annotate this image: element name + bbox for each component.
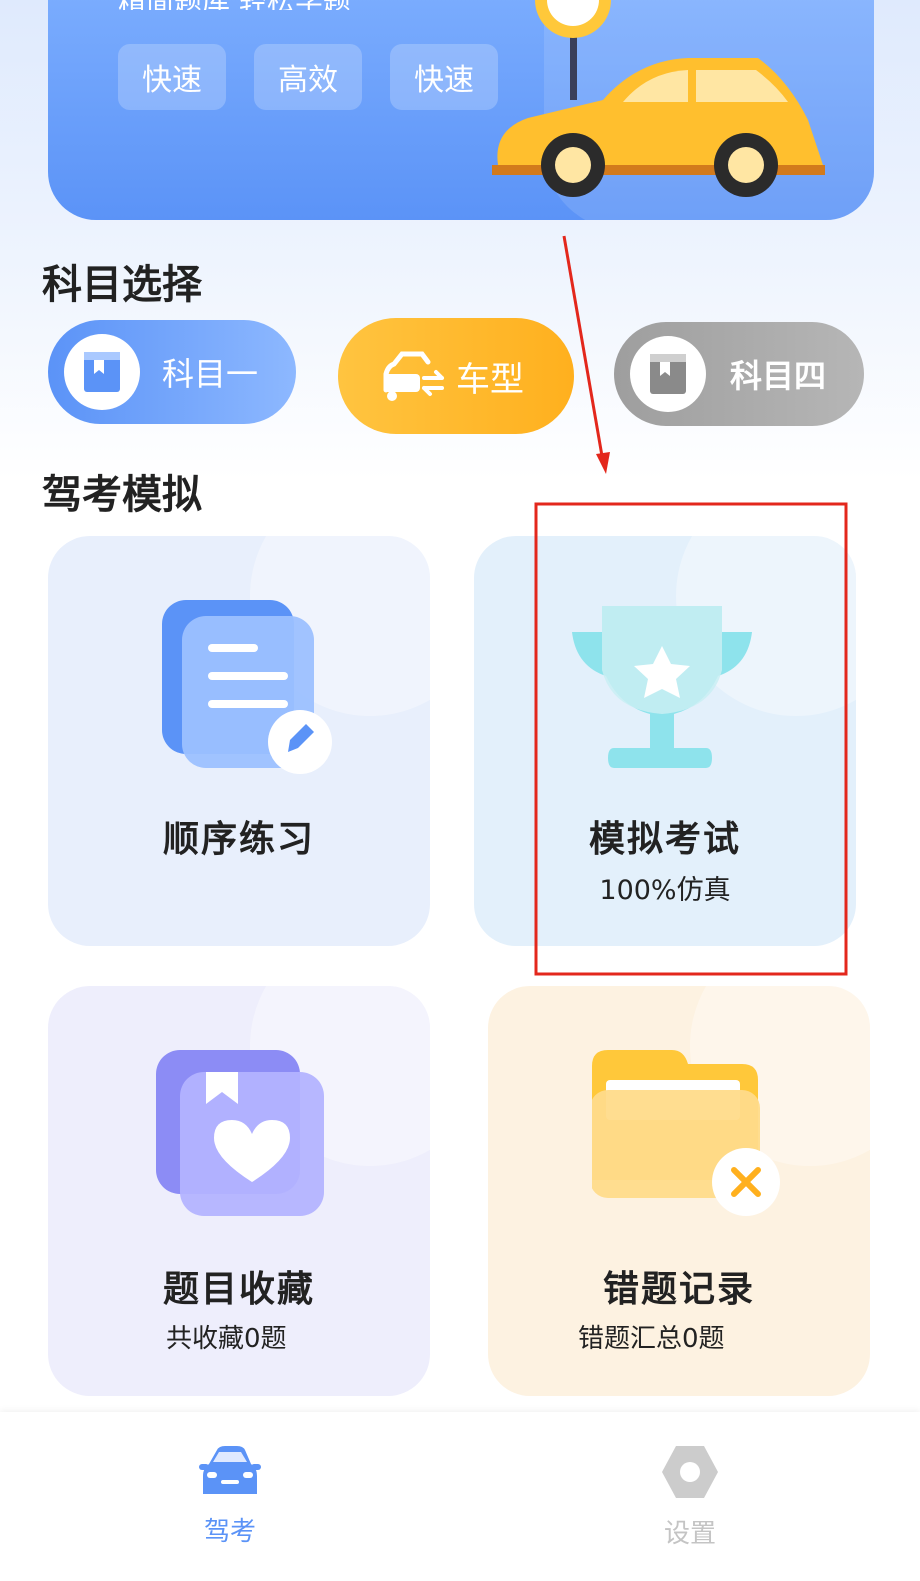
mistakes-card[interactable]: 错题记录 错题汇总0题: [488, 986, 870, 1396]
book-icon: [64, 334, 140, 410]
banner-chip-efficient: 高效: [254, 44, 362, 110]
car-swap-icon: [383, 351, 444, 401]
car-type-pill[interactable]: 车型: [338, 318, 574, 434]
subject-one-label: 科目一: [162, 355, 259, 393]
favorites-card[interactable]: 题目收藏 共收藏0题: [48, 986, 430, 1396]
tab-settings[interactable]: 设置: [620, 1442, 760, 1550]
folder-close-icon: [592, 1050, 780, 1216]
settings-hexagon-icon: [662, 1446, 718, 1498]
bookmark-heart-icon: [156, 1050, 324, 1216]
banner-chip-fast: 快速: [118, 44, 226, 110]
mock-exam-card[interactable]: 模拟考试 100%仿真: [474, 536, 856, 946]
trophy-icon: [572, 606, 752, 768]
document-edit-icon: [162, 600, 332, 774]
subject-section-title: 科目选择: [42, 262, 202, 308]
card-subtitle: 错题汇总0题: [578, 1324, 725, 1354]
annotation-arrow-line: [562, 235, 604, 457]
card-title: 错题记录: [602, 1269, 755, 1310]
subject-one-pill[interactable]: 科目一: [48, 320, 296, 424]
card-title: 模拟考试: [588, 819, 741, 860]
card-title: 题目收藏: [162, 1269, 315, 1310]
annotation-arrow-head: [596, 452, 610, 474]
car-illustration: [492, 0, 825, 197]
card-title: 顺序练习: [162, 819, 315, 860]
simulation-section-title: 驾考模拟: [42, 472, 202, 518]
card-subtitle: 共收藏0题: [166, 1324, 287, 1354]
tab-driving-test[interactable]: 驾考: [160, 1442, 300, 1548]
banner-subtitle: 精简题库 轻松学题: [118, 0, 351, 10]
car-type-label: 车型: [456, 359, 524, 400]
tab-settings-label: 设置: [663, 1519, 716, 1549]
subject-four-label: 科目四: [730, 357, 827, 395]
book-icon: [630, 336, 706, 412]
tab-driving-test-label: 驾考: [203, 1517, 256, 1547]
sequential-practice-card[interactable]: 顺序练习: [48, 536, 430, 946]
car-icon: [199, 1446, 261, 1494]
bottom-tab-bar: 驾考 设置: [0, 1412, 920, 1581]
subject-four-pill[interactable]: 科目四: [614, 322, 864, 426]
banner-chip-fast-2: 快速: [390, 44, 498, 110]
hero-banner: 精简题库 轻松学题 快速 高效 快速: [48, 0, 874, 220]
card-subtitle: 100%仿真: [599, 875, 731, 906]
